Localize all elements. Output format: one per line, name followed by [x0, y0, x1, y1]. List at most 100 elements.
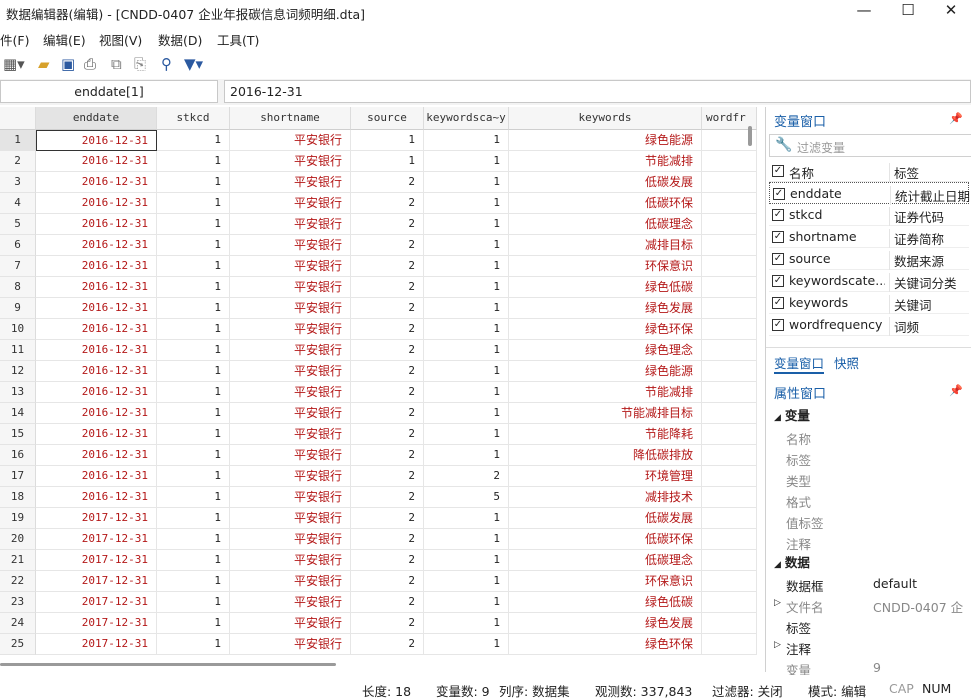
table-cell[interactable]: 节能降耗 — [509, 424, 702, 445]
table-cell[interactable]: 绿色低碳 — [509, 592, 702, 613]
table-cell[interactable]: 1 — [351, 151, 424, 172]
table-cell[interactable]: 平安银行 — [230, 382, 351, 403]
table-cell[interactable]: 1 — [157, 571, 230, 592]
table-cell[interactable]: 2 — [351, 550, 424, 571]
table-cell[interactable]: 1 — [424, 403, 509, 424]
row-number[interactable]: 10 — [0, 319, 36, 340]
table-cell[interactable]: 2016-12-31 — [36, 445, 157, 466]
table-cell[interactable]: 降低碳排放 — [509, 445, 702, 466]
table-cell[interactable]: 2 — [351, 277, 424, 298]
row-number[interactable]: 16 — [0, 445, 36, 466]
variable-item[interactable]: ✓ wordfrequency 词频 — [769, 314, 969, 336]
variable-checkbox[interactable]: ✓ — [772, 319, 784, 331]
close-button[interactable]: ✕ — [929, 0, 971, 24]
row-number[interactable]: 4 — [0, 193, 36, 214]
table-cell[interactable]: 1 — [424, 445, 509, 466]
table-cell[interactable]: 2 — [424, 466, 509, 487]
table-cell[interactable]: 1 — [157, 361, 230, 382]
row-number[interactable]: 2 — [0, 151, 36, 172]
row-number[interactable]: 23 — [0, 592, 36, 613]
table-cell[interactable]: 平安银行 — [230, 508, 351, 529]
table-cell[interactable] — [702, 340, 757, 361]
property-row[interactable]: ▷ 注释 — [774, 636, 964, 657]
tab-variables[interactable]: 变量窗口 — [774, 353, 825, 374]
table-cell[interactable]: 1 — [424, 340, 509, 361]
column-header-stkcd[interactable]: stkcd — [157, 107, 230, 130]
row-number[interactable]: 25 — [0, 634, 36, 655]
pin-icon[interactable]: 📌 — [949, 384, 963, 397]
table-cell[interactable]: 2 — [351, 340, 424, 361]
table-cell[interactable]: 环保意识 — [509, 571, 702, 592]
property-row[interactable]: 数据框 default — [774, 573, 964, 594]
table-cell[interactable]: 1 — [157, 382, 230, 403]
table-cell[interactable]: 2016-12-31 — [36, 487, 157, 508]
table-cell[interactable]: 2017-12-31 — [36, 508, 157, 529]
cell-value-input[interactable]: 2016-12-31 — [224, 80, 971, 103]
table-cell[interactable]: 2 — [351, 634, 424, 655]
table-cell[interactable]: 2 — [351, 445, 424, 466]
row-number[interactable]: 8 — [0, 277, 36, 298]
table-cell[interactable]: 1 — [157, 487, 230, 508]
row-number[interactable]: 21 — [0, 550, 36, 571]
table-cell[interactable]: 1 — [157, 172, 230, 193]
table-cell[interactable] — [702, 361, 757, 382]
table-cell[interactable]: 绿色发展 — [509, 298, 702, 319]
save-icon[interactable]: ▣ — [61, 53, 75, 75]
table-cell[interactable]: 1 — [424, 382, 509, 403]
table-cell[interactable]: 1 — [351, 130, 424, 151]
table-cell[interactable]: 低碳环保 — [509, 193, 702, 214]
table-cell[interactable] — [702, 487, 757, 508]
table-cell[interactable]: 节能减排 — [509, 382, 702, 403]
table-cell[interactable]: 1 — [157, 235, 230, 256]
vertical-scrollbar[interactable] — [748, 126, 752, 146]
variable-item[interactable]: ✓ keywordscate... 关键词分类 — [769, 270, 969, 292]
table-cell[interactable]: 2017-12-31 — [36, 592, 157, 613]
table-cell[interactable]: 2016-12-31 — [36, 277, 157, 298]
table-cell[interactable]: 2017-12-31 — [36, 571, 157, 592]
table-cell[interactable]: 2017-12-31 — [36, 550, 157, 571]
table-cell[interactable]: 2016-12-31 — [36, 214, 157, 235]
table-cell[interactable]: 平安银行 — [230, 298, 351, 319]
table-cell[interactable]: 2 — [351, 319, 424, 340]
table-cell[interactable]: 1 — [157, 214, 230, 235]
table-cell[interactable] — [702, 634, 757, 655]
row-number[interactable]: 17 — [0, 466, 36, 487]
table-cell[interactable]: 2016-12-31 — [36, 319, 157, 340]
table-cell[interactable]: 平安银行 — [230, 445, 351, 466]
table-cell[interactable]: 1 — [424, 277, 509, 298]
table-cell[interactable]: 平安银行 — [230, 235, 351, 256]
table-cell[interactable]: 绿色环保 — [509, 634, 702, 655]
variable-checkbox[interactable]: ✓ — [772, 209, 784, 221]
table-cell[interactable]: 平安银行 — [230, 487, 351, 508]
table-cell[interactable]: 2 — [351, 424, 424, 445]
table-cell[interactable] — [702, 592, 757, 613]
row-number[interactable]: 5 — [0, 214, 36, 235]
table-cell[interactable]: 平安银行 — [230, 592, 351, 613]
section-variable[interactable]: ◢ 变量 — [774, 405, 810, 424]
variable-item[interactable]: ✓ enddate 统计截止日期 — [769, 182, 970, 205]
table-cell[interactable] — [702, 382, 757, 403]
print-icon[interactable]: ⎙ — [84, 53, 96, 75]
variable-item[interactable]: ✓ stkcd 证券代码 — [769, 204, 969, 226]
table-cell[interactable]: 2016-12-31 — [36, 193, 157, 214]
minimize-button[interactable]: — — [842, 0, 886, 24]
menu-tools[interactable]: 工具(T) — [217, 30, 259, 49]
table-cell[interactable] — [702, 277, 757, 298]
table-cell[interactable]: 2 — [351, 361, 424, 382]
table-cell[interactable]: 1 — [157, 529, 230, 550]
table-cell[interactable]: 平安银行 — [230, 424, 351, 445]
table-cell[interactable]: 低碳发展 — [509, 172, 702, 193]
variable-checkbox[interactable]: ✓ — [772, 253, 784, 265]
table-cell[interactable]: 绿色理念 — [509, 340, 702, 361]
row-number[interactable]: 24 — [0, 613, 36, 634]
table-cell[interactable]: 平安银行 — [230, 193, 351, 214]
table-cell[interactable] — [702, 445, 757, 466]
table-cell[interactable] — [702, 193, 757, 214]
table-cell[interactable] — [702, 298, 757, 319]
table-cell[interactable]: 2 — [351, 529, 424, 550]
table-cell[interactable] — [702, 550, 757, 571]
column-header-keywords[interactable]: keywords — [509, 107, 702, 130]
horizontal-scroll-thumb[interactable] — [0, 663, 336, 666]
table-cell[interactable]: 平安银行 — [230, 277, 351, 298]
table-cell[interactable]: 平安银行 — [230, 256, 351, 277]
